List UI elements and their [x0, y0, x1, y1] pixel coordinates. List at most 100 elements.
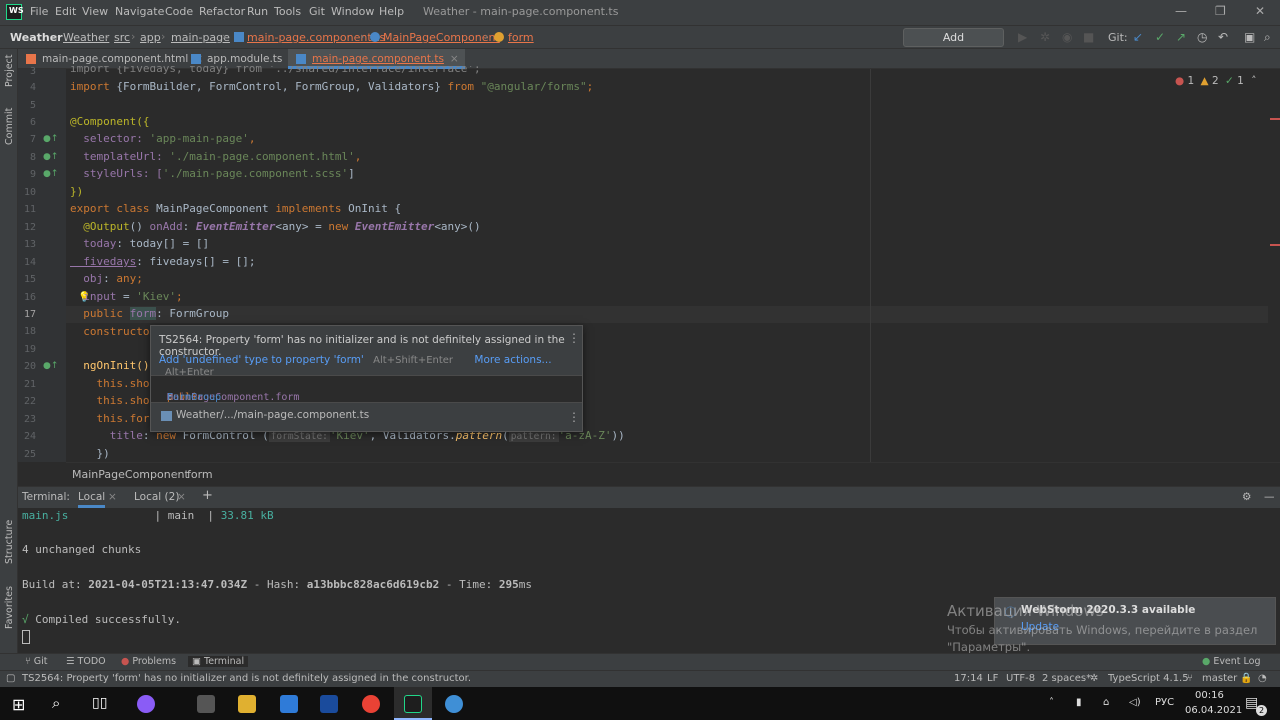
line-separator[interactable]: LF: [987, 673, 998, 684]
file-path[interactable]: Weather/.../main-page.component.ts: [176, 409, 369, 421]
clock-time[interactable]: 00:16: [1195, 690, 1224, 701]
usb-icon[interactable]: ▮: [1076, 697, 1082, 708]
menu-window[interactable]: Window: [331, 5, 374, 18]
breadcrumb-app[interactable]: app: [140, 31, 161, 44]
indent-setting[interactable]: 2 spaces*: [1042, 673, 1091, 684]
add-configuration-button[interactable]: Add Configuration...: [903, 28, 1004, 61]
breadcrumb-file[interactable]: main-page.component.ts: [247, 31, 385, 44]
new-terminal-button[interactable]: +: [202, 488, 213, 503]
history-icon[interactable]: ◷: [1197, 30, 1207, 44]
git-update-icon[interactable]: ↙: [1133, 30, 1143, 44]
terminal-tab-local-2[interactable]: Local (2): [134, 491, 179, 503]
lock-icon[interactable]: 🔒: [1240, 673, 1252, 684]
breadcrumb-folder-weather[interactable]: Weather: [63, 31, 109, 44]
breadcrumb-field[interactable]: form: [187, 468, 213, 481]
terminal-tab-local[interactable]: Local: [78, 491, 106, 508]
store-icon[interactable]: [197, 695, 215, 713]
code-line-9: styleUrls: ['./main-page.component.scss'…: [70, 167, 355, 180]
favorites-tool-button[interactable]: Favorites: [4, 586, 15, 629]
breadcrumb-field[interactable]: form: [508, 31, 534, 44]
ew-app-icon[interactable]: [320, 695, 338, 713]
more-options-icon[interactable]: ⋮: [568, 410, 580, 424]
webstorm-taskbar-button[interactable]: [394, 687, 432, 720]
tray-expand-icon[interactable]: ˄: [1049, 697, 1054, 708]
search-icon[interactable]: ⌕: [1264, 30, 1271, 45]
html-file-icon: [26, 54, 36, 64]
editor-scrollbar[interactable]: [1268, 69, 1280, 462]
chrome-icon[interactable]: [362, 695, 380, 713]
close-tab-icon[interactable]: ×: [108, 491, 117, 503]
error-stripe-mark[interactable]: [1270, 118, 1280, 120]
implemented-marker-icon[interactable]: ●↑: [43, 152, 58, 162]
project-tool-button[interactable]: Project: [4, 54, 15, 87]
search-icon[interactable]: ⌕: [52, 694, 60, 712]
commit-tool-button[interactable]: Commit: [4, 108, 15, 145]
code-text: export class: [70, 202, 157, 215]
git-branch[interactable]: master: [1202, 673, 1237, 684]
presentation-icon[interactable]: ▣: [1244, 30, 1255, 44]
event-log-button[interactable]: ● Event Log: [1202, 656, 1261, 667]
stop-icon[interactable]: ■: [1083, 30, 1094, 44]
implemented-marker-icon[interactable]: ●↑: [43, 134, 58, 144]
breadcrumb-class[interactable]: MainPageComponent: [383, 31, 500, 44]
settings-icon[interactable]: ✲: [1090, 673, 1098, 684]
problems-tool-button[interactable]: ● Problems: [121, 656, 176, 667]
git-tool-button[interactable]: ⑂ Git: [25, 656, 47, 667]
wifi-icon[interactable]: ⌂: [1103, 697, 1109, 708]
menu-help[interactable]: Help: [379, 5, 404, 18]
task-view-icon[interactable]: ▯▯: [92, 695, 107, 711]
menu-git[interactable]: Git: [309, 5, 325, 18]
todo-tool-button[interactable]: ☰ TODO: [66, 656, 106, 667]
quick-fix-link[interactable]: Add 'undefined' type to property 'form': [159, 354, 364, 366]
debug-icon[interactable]: ✲: [1040, 30, 1050, 44]
layout-icon[interactable]: ▢: [6, 673, 15, 684]
more-options-icon[interactable]: ⋮: [568, 331, 580, 345]
menu-edit[interactable]: Edit: [55, 5, 76, 18]
run-icon[interactable]: ▶: [1018, 30, 1027, 44]
breadcrumb-class[interactable]: MainPageComponent: [72, 468, 189, 481]
error-stripe-mark[interactable]: [1270, 244, 1280, 246]
close-icon[interactable]: ✕: [1255, 4, 1265, 18]
minimize-icon[interactable]: —: [1175, 4, 1187, 18]
volume-icon[interactable]: ◁): [1129, 697, 1141, 708]
hide-icon[interactable]: —: [1264, 491, 1275, 503]
navigation-bar: Weather › Weather › src › app › main-pag…: [0, 25, 1280, 61]
menu-tools[interactable]: Tools: [274, 5, 301, 18]
code-text: "@angular/forms": [480, 80, 587, 93]
inspection-widget[interactable]: ● 1 ▲ 2 ✓ 1 ˄: [1175, 75, 1256, 87]
menu-view[interactable]: View: [82, 5, 108, 18]
gear-icon[interactable]: ⚙: [1242, 491, 1251, 503]
mail-icon[interactable]: [280, 695, 298, 713]
menu-refactor[interactable]: Refactor: [199, 5, 245, 18]
more-actions-link[interactable]: More actions...: [474, 354, 551, 366]
menu-navigate[interactable]: Navigate: [115, 5, 164, 18]
terminal-cursor: [22, 630, 30, 644]
file-encoding[interactable]: UTF-8: [1006, 673, 1035, 684]
windows-start-icon[interactable]: ⊞: [12, 695, 25, 714]
implemented-marker-icon[interactable]: ●↑: [43, 169, 58, 179]
chevron-up-icon[interactable]: ˄: [1251, 75, 1256, 87]
caret-position[interactable]: 17:14: [954, 673, 983, 684]
git-push-icon[interactable]: ↗: [1176, 30, 1186, 44]
structure-tool-button[interactable]: Structure: [4, 520, 15, 564]
language-service[interactable]: TypeScript 4.1.5: [1108, 673, 1189, 684]
telegram-icon[interactable]: [445, 695, 463, 713]
clock-date[interactable]: 06.04.2021: [1185, 705, 1242, 716]
terminal-tool-button[interactable]: ▣ Terminal: [188, 656, 249, 667]
coverage-icon[interactable]: ◉: [1062, 30, 1072, 44]
menu-run[interactable]: Run: [247, 5, 268, 18]
close-tab-icon[interactable]: ×: [177, 491, 186, 503]
maximize-icon[interactable]: ❐: [1215, 4, 1226, 18]
git-commit-icon[interactable]: ✓: [1155, 30, 1165, 44]
inspector-icon[interactable]: ◔: [1258, 673, 1267, 684]
menu-file[interactable]: File: [30, 5, 48, 18]
rollback-icon[interactable]: ↶: [1218, 30, 1228, 44]
input-language[interactable]: РУС: [1155, 697, 1174, 708]
implemented-marker-icon[interactable]: ●↑: [43, 361, 58, 371]
menu-code[interactable]: Code: [165, 5, 193, 18]
file-explorer-icon[interactable]: [238, 695, 256, 713]
close-tab-icon[interactable]: ×: [450, 53, 459, 65]
error-icon: ●: [1175, 75, 1185, 87]
cortana-icon[interactable]: [137, 695, 155, 713]
breadcrumb-src[interactable]: src: [114, 31, 130, 44]
